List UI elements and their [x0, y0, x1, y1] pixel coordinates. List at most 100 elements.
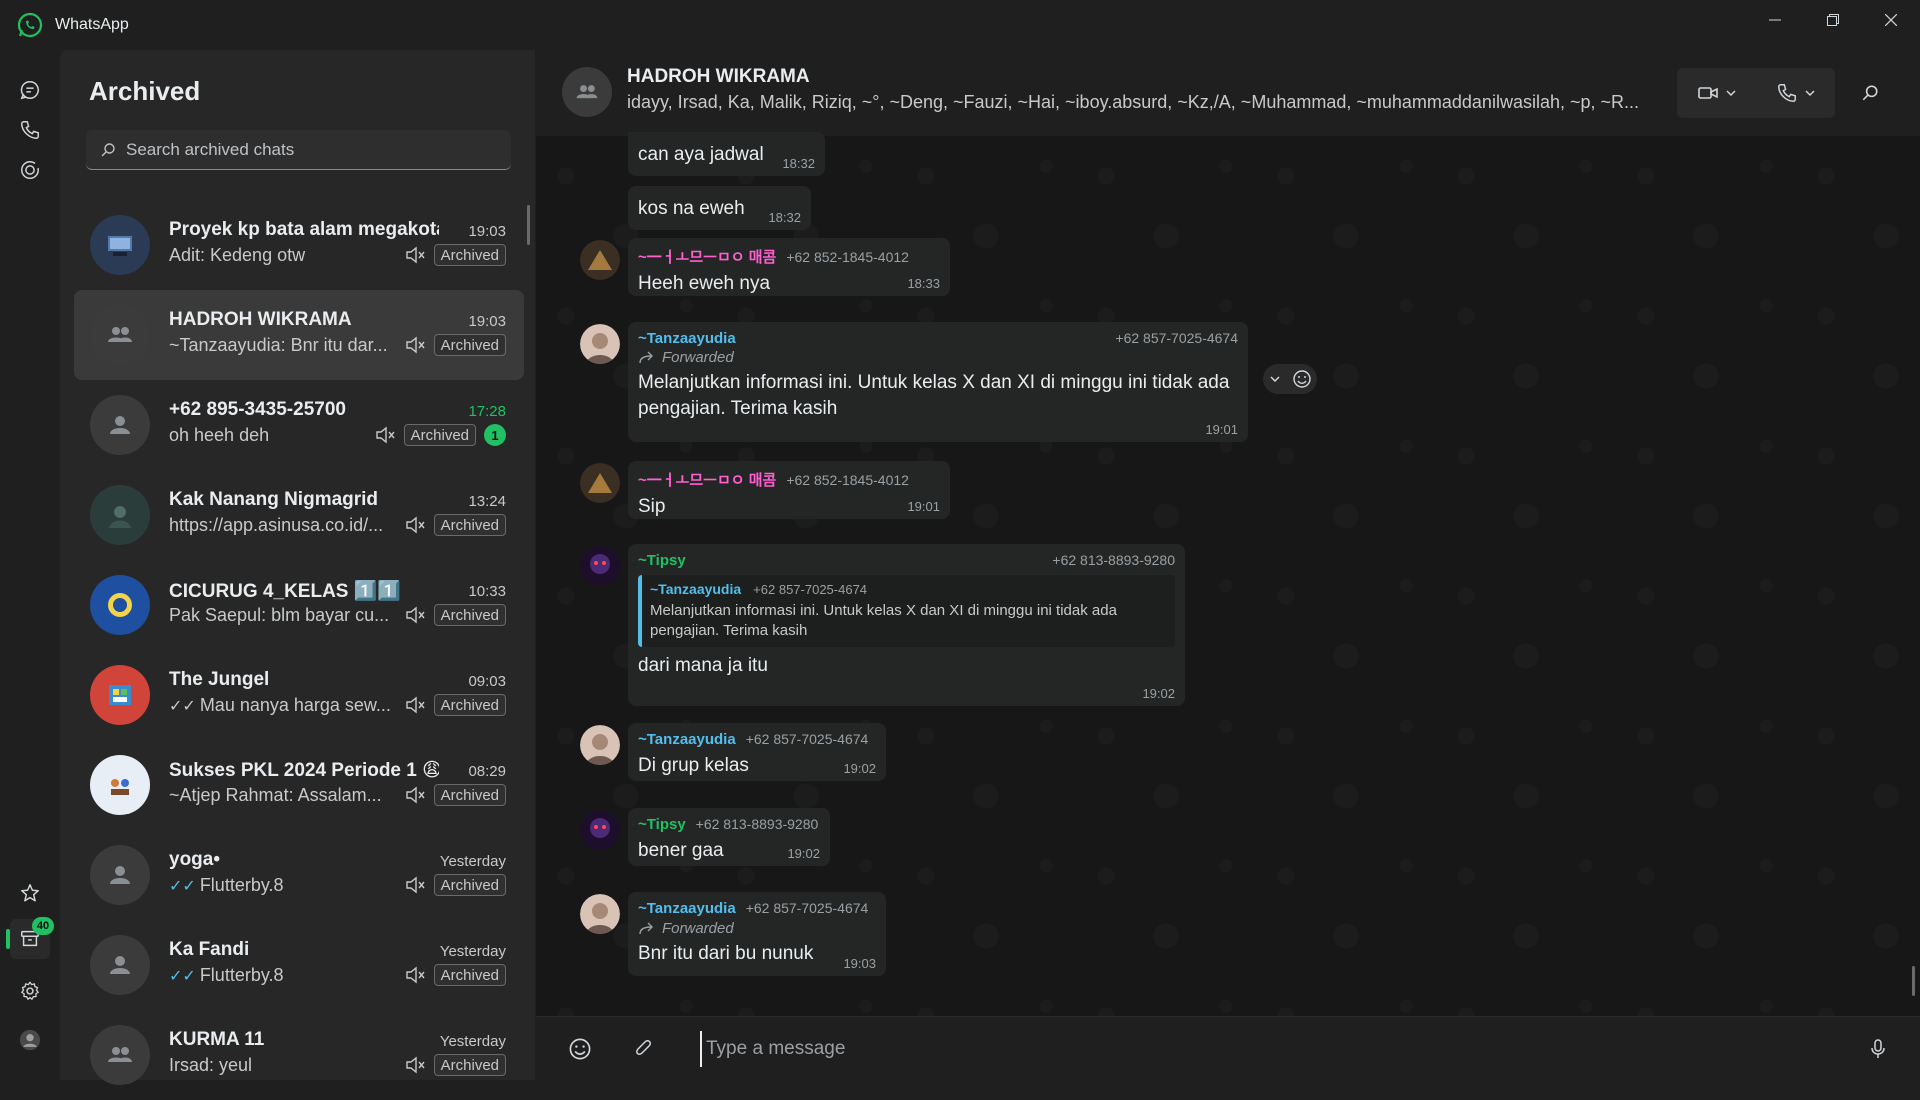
group-avatar[interactable]	[562, 67, 612, 117]
archived-count-badge: 40	[32, 917, 54, 935]
group-photo-icon	[109, 685, 131, 705]
message-text: dari mana ja itu	[638, 655, 768, 676]
nav-starred-button[interactable]	[10, 873, 50, 913]
chat-preview: Adit: Kedeng otw	[169, 245, 306, 265]
message-input[interactable]	[700, 1031, 1700, 1067]
chat-item[interactable]: CICURUG 4_KELAS 1️⃣1️⃣ 10:33 Pak Saepul:…	[74, 560, 524, 650]
quoted-phone: +62 857-7025-4674	[753, 582, 868, 597]
emoji-button[interactable]	[566, 1035, 594, 1063]
sender-name[interactable]: ~Tipsy	[638, 816, 686, 833]
voice-message-button[interactable]	[1864, 1035, 1892, 1063]
phone-icon	[1777, 84, 1796, 102]
search-messages-button[interactable]	[1855, 78, 1885, 108]
archived-badge: Archived	[433, 1054, 506, 1076]
sender-name[interactable]: ~Tanzaayudia	[638, 330, 736, 347]
chat-time: 08:29	[468, 763, 506, 780]
message-scrollbar[interactable]	[1912, 966, 1915, 996]
close-window-button[interactable]	[1862, 0, 1920, 40]
message-bubble[interactable]: ~Tipsy +62 813-8893-9280 bener gaa 19:02	[628, 808, 830, 866]
chat-item[interactable]: yoga• Yesterday ✓✓ Flutterby.8 Archived	[74, 830, 524, 920]
emoji-react-icon[interactable]	[1292, 369, 1312, 389]
chats-icon	[20, 81, 39, 100]
video-camera-icon	[1697, 87, 1718, 99]
chat-avatar	[90, 845, 150, 905]
sender-avatar[interactable]	[580, 546, 620, 586]
attach-button[interactable]	[630, 1035, 658, 1063]
nav-chats-button[interactable]	[10, 70, 50, 110]
chat-item[interactable]: KURMA 11 Yesterday Irsad: yeul Archived	[74, 1010, 524, 1100]
message-bubble[interactable]: can aya jadwal 18:32	[628, 132, 825, 176]
chat-name: Ka Fandi	[169, 939, 250, 960]
message-text: Di grup kelas	[638, 755, 749, 776]
message-bubble[interactable]: ~一ㅓㅗ므ㅡㅁㅇ 매콤 +62 852-1845-4012 Sip 19:01	[628, 461, 950, 519]
sender-avatar[interactable]	[580, 725, 620, 765]
sender-name[interactable]: ~Tanzaayudia	[638, 731, 736, 748]
chat-item[interactable]: Sukses PKL 2024 Periode 1 😩😩 08:29 ~Atje…	[74, 740, 524, 830]
nav-settings-button[interactable]	[10, 971, 50, 1011]
chat-item[interactable]: The Jungel 09:03 ✓✓ Mau nanya harga sew..…	[74, 650, 524, 740]
forwarded-text: Forwarded	[662, 349, 734, 366]
group-members[interactable]: idayy, Irsad, Ka, Malik, Riziq, ~°, ~Den…	[627, 92, 1667, 113]
sender-avatar[interactable]	[580, 240, 620, 280]
chat-name: HADROH WIKRAMA	[169, 309, 352, 330]
search-input[interactable]	[126, 139, 486, 160]
chat-preview: Pak Saepul: blm bayar cu...	[169, 605, 390, 625]
chat-preview: ~Tanzaayudia: Bnr itu dar...	[169, 335, 388, 355]
message-bubble[interactable]: ~Tanzaayudia +62 857-7025-4674 Di grup ke…	[628, 723, 886, 781]
chat-item[interactable]: Kak Nanang Nigmagrid 13:24 https://app.a…	[74, 470, 524, 560]
message-bubble[interactable]: ~Tipsy +62 813-8893-9280 ~Tanzaayudia +62 …	[628, 544, 1185, 706]
sender-name[interactable]: ~Tipsy	[638, 552, 686, 569]
forward-arrow-icon	[639, 351, 653, 363]
chat-item[interactable]: +62 895-3435-25700 17:28 oh heeh deh Arc…	[74, 380, 524, 470]
read-ticks-icon: ✓✓	[169, 878, 196, 895]
chat-item[interactable]: Ka Fandi Yesterday ✓✓ Flutterby.8 Archive…	[74, 920, 524, 1010]
message-bubble[interactable]: ~Tanzaayudia +62 857-7025-4674 Forwarded …	[628, 322, 1248, 442]
chat-avatar	[90, 575, 150, 635]
muted-icon	[405, 696, 425, 714]
conversation-title[interactable]: HADROH WIKRAMA	[627, 66, 810, 88]
nav-archived-button[interactable]: 40	[6, 917, 54, 959]
restore-icon	[1827, 14, 1839, 26]
chat-name: Sukses PKL 2024 Periode 1 😩😩	[169, 760, 439, 781]
chat-preview: https://app.asinusa.co.id/...	[169, 515, 384, 535]
sender-avatar[interactable]	[580, 324, 620, 364]
chat-time: 10:33	[468, 583, 506, 600]
message-bubble[interactable]: ~Tanzaayudia +62 857-7025-4674 Forwarded …	[628, 892, 886, 976]
sender-avatar[interactable]	[580, 894, 620, 934]
nav-calls-button[interactable]	[10, 110, 50, 150]
restore-button[interactable]	[1804, 0, 1862, 40]
archived-badge: Archived	[433, 244, 506, 266]
chat-time: 17:28	[468, 403, 506, 420]
sender-avatar[interactable]	[580, 810, 620, 850]
sender-phone: +62 857-7025-4674	[1115, 330, 1238, 346]
message-bubble[interactable]: kos na eweh 18:32	[628, 186, 811, 230]
chat-item[interactable]: HADROH WIKRAMA 19:03 ~Tanzaayudia: Bnr i…	[74, 290, 524, 380]
sender-name[interactable]: ~Tanzaayudia	[638, 900, 736, 917]
chat-preview: ✓✓ Flutterby.8	[169, 965, 394, 986]
sender-name[interactable]: ~一ㅓㅗ므ㅡㅁㅇ 매콤	[638, 249, 776, 266]
video-call-button[interactable]	[1677, 68, 1756, 118]
close-icon	[1885, 14, 1897, 26]
sender-name[interactable]: ~一ㅓㅗ므ㅡㅁㅇ 매콤	[638, 472, 776, 489]
message-area: can aya jadwal 18:32 kos na eweh 18:32 ~…	[536, 132, 1920, 1016]
sender-phone: +62 852-1845-4012	[786, 249, 909, 265]
message-bubble[interactable]: ~一ㅓㅗ므ㅡㅁㅇ 매콤 +62 852-1845-4012 Heeh eweh n…	[628, 238, 950, 296]
chat-list-scrollbar[interactable]	[527, 205, 530, 245]
search-box[interactable]	[86, 130, 511, 170]
chat-preview: ~Atjep Rahmat: Assalam...	[169, 785, 382, 805]
chat-time: 19:03	[468, 223, 506, 240]
chat-item[interactable]: Proyek kp bata alam megakota 19:03 Adit:…	[74, 200, 524, 290]
muted-icon	[375, 426, 395, 444]
gear-icon	[21, 981, 39, 1000]
quoted-text: Melanjutkan informasi ini. Untuk kelas X…	[650, 602, 1117, 639]
chat-name: The Jungel	[169, 669, 270, 690]
minimize-button[interactable]	[1746, 0, 1804, 40]
voice-call-button[interactable]	[1756, 68, 1835, 118]
nav-profile-button[interactable]	[10, 1020, 50, 1060]
sender-avatar[interactable]	[580, 463, 620, 503]
chevron-down-icon[interactable]	[1269, 373, 1281, 385]
nav-status-button[interactable]	[10, 150, 50, 190]
quoted-message[interactable]: ~Tanzaayudia +62 857-7025-4674 Melanjutka…	[638, 575, 1175, 647]
group-photo-icon	[108, 236, 132, 256]
message-time: 19:01	[907, 499, 940, 514]
